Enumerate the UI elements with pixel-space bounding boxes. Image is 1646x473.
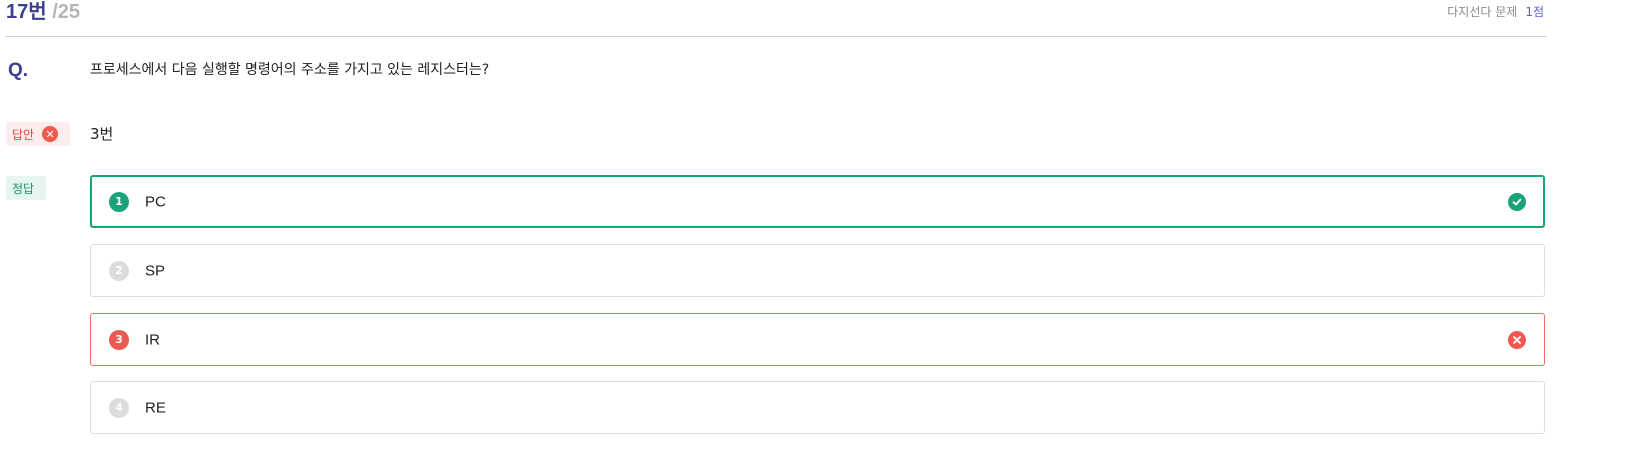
question-meta: 다지선다 문제 1점 (1447, 4, 1544, 20)
question-points: 1점 (1525, 5, 1544, 19)
x-circle-icon: ✕ (42, 126, 59, 142)
option-number: 3 (109, 329, 129, 350)
option-label: SP (145, 262, 166, 279)
submitted-answer: 3번 (90, 125, 114, 143)
question-number-value: 17번 (6, 1, 47, 23)
correct-answer-badge: 정답 (6, 176, 46, 200)
option-number: 4 (109, 397, 129, 418)
option-3[interactable]: 3 IR (90, 313, 1545, 366)
question-type: 다지선다 문제 (1447, 5, 1518, 19)
question-number: 17번 /25 (6, 0, 80, 24)
question-header: 17번 /25 다지선다 문제 1점 (6, 0, 1546, 37)
answer-badge-label: 답안 (12, 127, 35, 142)
x-circle-icon (1508, 330, 1526, 349)
correct-badge-label: 정답 (12, 181, 35, 196)
check-circle-icon (1508, 192, 1526, 211)
option-2[interactable]: 2 SP (90, 244, 1545, 297)
option-label: PC (145, 193, 166, 210)
option-number: 2 (109, 260, 129, 281)
option-label: RE (145, 399, 166, 416)
question-total: /25 (52, 1, 81, 23)
answer-badge: 답안 ✕ (6, 122, 70, 146)
question-text: 프로세스에서 다음 실행할 명령어의 주소를 가지고 있는 레지스터는? (90, 62, 490, 78)
option-4[interactable]: 4 RE (90, 381, 1545, 434)
option-label: IR (145, 331, 160, 348)
question-label: Q. (8, 60, 29, 81)
option-1[interactable]: 1 PC (90, 175, 1545, 228)
option-number: 1 (109, 191, 129, 212)
